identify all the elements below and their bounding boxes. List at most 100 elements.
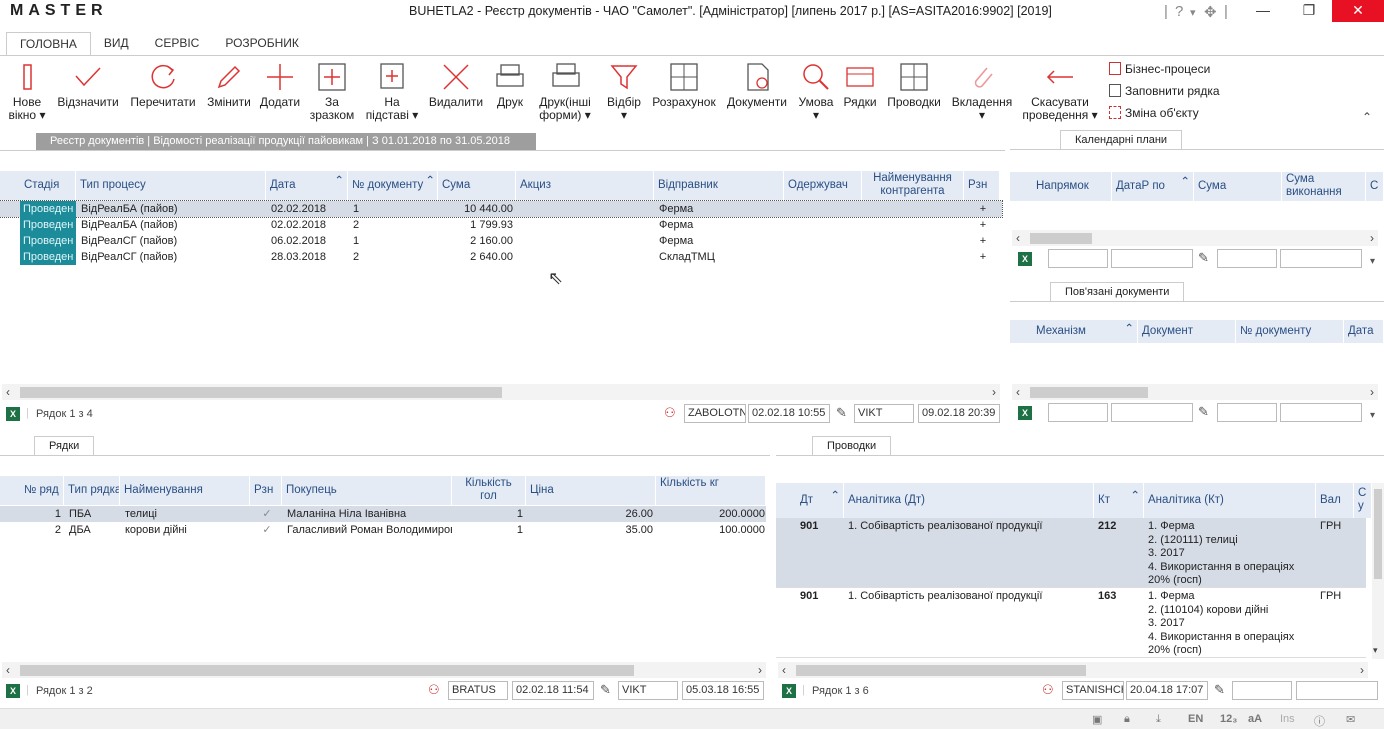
tab-service[interactable]: СЕРВІС — [142, 32, 213, 56]
scroll-left-icon[interactable]: ‹ — [6, 662, 10, 678]
col-row-no[interactable]: № ряд — [20, 476, 64, 505]
col-date[interactable]: Дата — [1344, 320, 1384, 343]
table-row[interactable]: Проведен ВідРеалСГ (пайов) 28.03.2018 2 2 64… — [0, 249, 1002, 265]
tab-view[interactable]: ВИД — [91, 32, 142, 56]
scroll-thumb[interactable] — [1030, 233, 1092, 244]
col-date[interactable]: Дата ⌃ — [266, 171, 348, 200]
change-object-button[interactable]: Зміна об'єкту — [1109, 106, 1199, 120]
scroll-left-icon[interactable]: ‹ — [1016, 230, 1020, 246]
move-icon[interactable]: ✥ — [1204, 3, 1217, 21]
col-extra[interactable]: С — [1366, 172, 1384, 201]
table-row[interactable]: Проведен ВідРеалБА (пайов) 02.02.2018 2 1 79… — [0, 217, 1002, 233]
main-hscrollbar[interactable]: ‹ › — [2, 384, 1000, 400]
col-diff[interactable]: Рзн — [250, 476, 282, 505]
filter-button[interactable]: Відбір ▾ — [602, 62, 646, 122]
on-basis-button[interactable]: На підставі ▾ — [364, 62, 420, 122]
tab-developer[interactable]: РОЗРОБНИК — [212, 32, 312, 56]
tab-rows[interactable]: Рядки — [34, 436, 95, 456]
language-indicator[interactable]: EN — [1188, 713, 1203, 725]
fill-row-button[interactable]: Заповнити рядка — [1109, 84, 1220, 98]
col-row-type[interactable]: Тип рядка — [64, 476, 120, 505]
col-extra[interactable]: С у — [1354, 483, 1372, 518]
col-counterparty[interactable]: Найменування контрагента — [862, 171, 964, 200]
scroll-down-icon[interactable]: ▾ — [1373, 645, 1378, 656]
excel-export-icon[interactable]: X — [6, 407, 20, 421]
excel-export-icon[interactable]: X — [6, 684, 20, 698]
scroll-right-icon[interactable]: › — [1370, 384, 1374, 400]
postings-vscrollbar[interactable]: ▾ — [1372, 483, 1384, 659]
col-stage[interactable]: Стадія — [20, 171, 76, 200]
col-excise[interactable]: Акциз — [516, 171, 654, 200]
col-sender[interactable]: Відправник — [654, 171, 784, 200]
table-row[interactable]: 1 ПБА телиці ✓ Маланіна Ніла Іванівна 1 26.00 2… — [0, 506, 766, 522]
scroll-right-icon[interactable]: › — [758, 662, 762, 678]
diff-cell[interactable]: ✓ — [252, 522, 282, 538]
scroll-thumb[interactable] — [796, 665, 1086, 676]
edit-button[interactable]: Змінити — [204, 62, 254, 109]
col-buyer[interactable]: Покупець — [282, 476, 452, 505]
download-icon[interactable]: ⤓ — [1156, 713, 1161, 726]
col-analytics-dt[interactable]: Аналітика (Дт) — [844, 483, 1094, 518]
attachments-button[interactable]: Вкладення ▾ — [948, 62, 1016, 122]
calendar-hscrollbar[interactable]: ‹ › — [1012, 230, 1378, 246]
scroll-right-icon[interactable]: › — [1360, 662, 1364, 678]
mail-icon[interactable]: ✉ — [1346, 713, 1355, 726]
chevron-down-icon[interactable]: ▾ — [1190, 6, 1196, 19]
col-qty-kg[interactable]: Кількість кг — [656, 476, 766, 505]
postings-hscrollbar[interactable]: ‹ › — [778, 662, 1368, 678]
col-kt[interactable]: Кт ⌃ — [1094, 483, 1144, 518]
delete-button[interactable]: Видалити — [424, 62, 488, 109]
posting-row[interactable]: 901 1. Собівартість реалізованої продукці… — [776, 588, 1366, 658]
print-button[interactable]: Друк — [492, 62, 528, 109]
scroll-right-icon[interactable]: › — [1370, 230, 1374, 246]
rows-hscrollbar[interactable]: ‹ › — [2, 662, 766, 678]
col-price[interactable]: Ціна — [526, 476, 656, 505]
table-row[interactable]: Проведен ВідРеалСГ (пайов) 06.02.2018 1 2 16… — [0, 233, 1002, 249]
tab-home[interactable]: ГОЛОВНА — [6, 32, 91, 56]
col-analytics-kt[interactable]: Аналітика (Кт) — [1144, 483, 1316, 518]
excel-export-icon[interactable]: X — [782, 684, 796, 698]
col-process-type[interactable]: Тип процесу — [76, 171, 266, 200]
chevron-down-icon[interactable]: ▾ — [1370, 410, 1375, 421]
diff-cell[interactable]: ✓ — [252, 506, 282, 522]
scroll-thumb[interactable] — [20, 665, 634, 676]
table-row[interactable]: Проведен ВідРеалБА (пайов) 02.02.2018 1 10 4… — [0, 200, 1003, 218]
add-button[interactable]: Додати — [258, 62, 302, 109]
lock-icon[interactable]: 🔒︎ — [1124, 713, 1130, 726]
business-processes-button[interactable]: Бізнес-процеси — [1109, 62, 1210, 76]
help-icon[interactable]: ? — [1175, 3, 1183, 20]
col-dt[interactable]: Дт ⌃ — [796, 483, 844, 518]
col-sum-exec[interactable]: Сума виконання — [1282, 172, 1366, 201]
scroll-thumb[interactable] — [1030, 387, 1148, 398]
scroll-left-icon[interactable]: ‹ — [1016, 384, 1020, 400]
linked-hscrollbar[interactable]: ‹ › — [1012, 384, 1378, 400]
col-mechanism[interactable]: Механізм ⌃ — [1032, 320, 1138, 343]
chevron-down-icon[interactable]: ▾ — [1370, 256, 1375, 267]
close-button[interactable]: ✕ — [1332, 0, 1384, 22]
col-name[interactable]: Найменування — [120, 476, 250, 505]
rows-button[interactable]: Рядки — [840, 62, 880, 109]
col-document[interactable]: Документ — [1138, 320, 1236, 343]
col-doc-number[interactable]: № документу — [1236, 320, 1344, 343]
scroll-thumb[interactable] — [1374, 489, 1382, 579]
col-diff[interactable]: Рзн — [964, 171, 1000, 200]
col-date-by[interactable]: ДатаР по ⌃ — [1112, 172, 1194, 201]
col-sum[interactable]: Сума — [1194, 172, 1282, 201]
restore-button[interactable]: ❐ — [1286, 0, 1332, 22]
col-currency[interactable]: Вал — [1316, 483, 1354, 518]
reread-button[interactable]: Перечитати — [126, 62, 200, 109]
by-sample-button[interactable]: За зразком — [306, 62, 358, 122]
cancel-posting-button[interactable]: Скасувати проведення ▾ — [1020, 62, 1100, 122]
scroll-left-icon[interactable]: ‹ — [782, 662, 786, 678]
new-window-button[interactable]: Нове вікно ▾ — [8, 62, 46, 122]
font-size-icon[interactable]: aA — [1248, 713, 1262, 725]
print-other-button[interactable]: Друк(інші форми) ▾ — [532, 62, 598, 122]
info-icon[interactable]: ⓘ — [1314, 713, 1325, 729]
table-row[interactable]: 2 ДБА корови дійні ✓ Галасливий Роман Володи… — [0, 522, 766, 538]
mark-button[interactable]: Відзначити — [54, 62, 122, 109]
excel-export-icon[interactable]: X — [1018, 252, 1032, 266]
postings-button[interactable]: Проводки — [884, 62, 944, 109]
col-direction[interactable]: Напрямок — [1032, 172, 1112, 201]
posting-row[interactable]: 901 1. Собівартість реалізованої продукці… — [776, 518, 1366, 588]
scroll-thumb[interactable] — [20, 387, 502, 398]
